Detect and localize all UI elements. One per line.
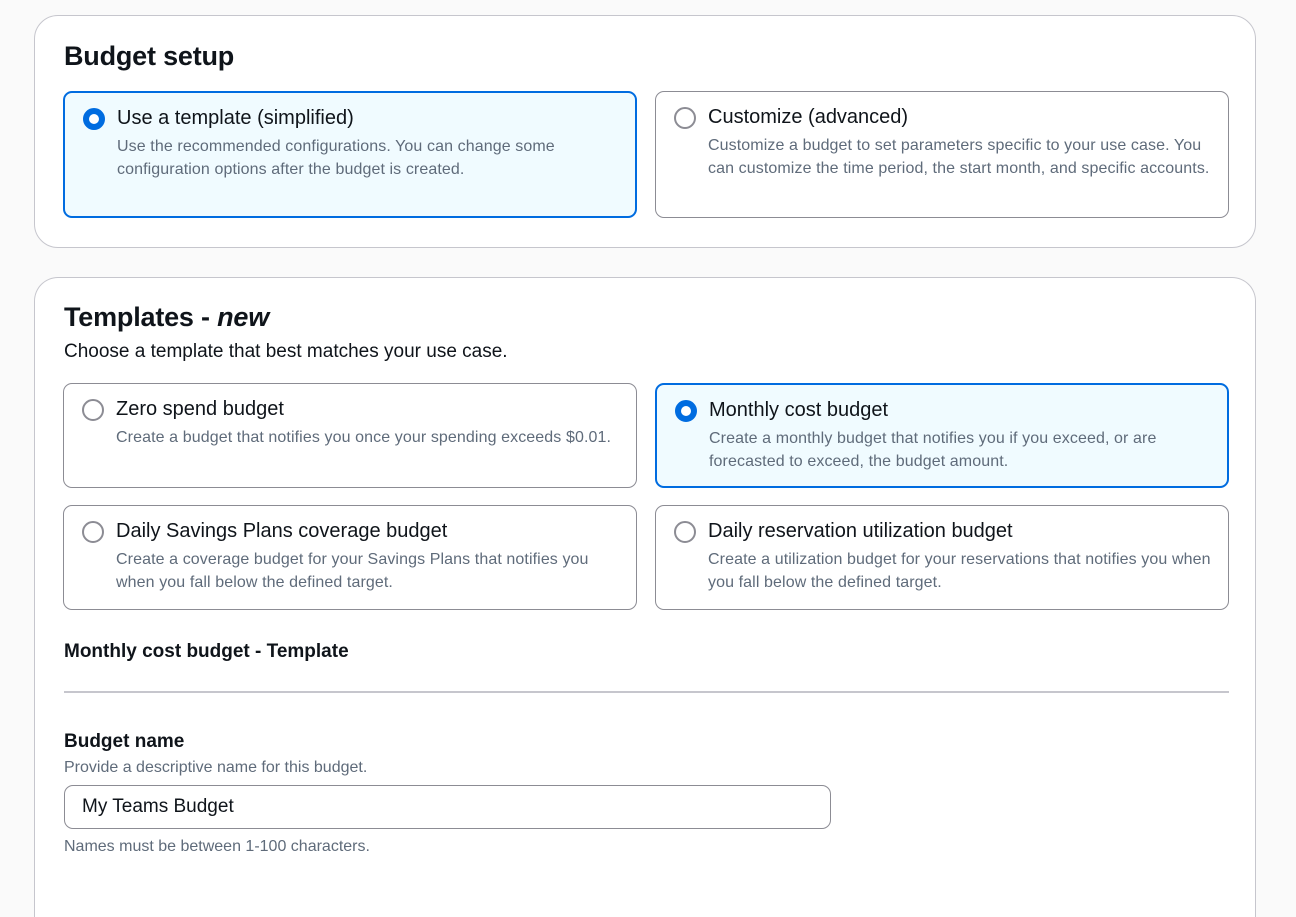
budget-name-description: Provide a descriptive name for this budg… <box>64 759 368 776</box>
option-use-template[interactable]: Use a template (simplified) Use the reco… <box>63 91 637 218</box>
template-description: Create a monthly budget that notifies yo… <box>709 430 1157 470</box>
budget-setup-title: Budget setup <box>64 41 235 71</box>
budget-name-input[interactable] <box>64 785 831 829</box>
template-label: Zero spend budget <box>116 398 284 420</box>
template-description: Create a coverage budget for your Saving… <box>116 551 589 591</box>
budget-setup-panel: Budget setup Use a template (simplified)… <box>34 15 1256 248</box>
templates-description: Choose a template that best matches your… <box>64 341 508 362</box>
radio-selected-icon[interactable] <box>83 108 105 130</box>
radio-unselected-icon[interactable] <box>674 521 696 543</box>
option-description: Customize a budget to set parameters spe… <box>708 137 1210 177</box>
templates-title: Templates - new <box>64 302 269 333</box>
option-description: Use the recommended configurations. You … <box>117 138 555 178</box>
option-label: Use a template (simplified) <box>117 107 354 129</box>
template-label: Daily reservation utilization budget <box>708 520 1013 542</box>
option-label: Customize (advanced) <box>708 106 909 128</box>
templates-panel: Templates - new Choose a template that b… <box>34 277 1256 917</box>
radio-unselected-icon[interactable] <box>82 399 104 421</box>
radio-selected-icon[interactable] <box>675 400 697 422</box>
template-description: Create a utilization budget for your res… <box>708 551 1211 591</box>
radio-unselected-icon[interactable] <box>674 107 696 129</box>
section-divider <box>64 691 1229 693</box>
template-zero-spend[interactable]: Zero spend budget Create a budget that n… <box>63 383 637 488</box>
budget-name-constraint: Names must be between 1-100 characters. <box>64 838 370 855</box>
radio-unselected-icon[interactable] <box>82 521 104 543</box>
template-label: Monthly cost budget <box>709 399 888 421</box>
template-section-heading: Monthly cost budget - Template <box>64 641 349 662</box>
template-label: Daily Savings Plans coverage budget <box>116 520 448 542</box>
template-monthly-cost[interactable]: Monthly cost budget Create a monthly bud… <box>655 383 1229 488</box>
budget-name-label: Budget name <box>64 731 185 752</box>
templates-title-new: new <box>217 302 270 332</box>
templates-title-text: Templates - <box>64 302 218 332</box>
template-savings-plans-coverage[interactable]: Daily Savings Plans coverage budget Crea… <box>63 505 637 610</box>
template-reservation-utilization[interactable]: Daily reservation utilization budget Cre… <box>655 505 1229 610</box>
template-description: Create a budget that notifies you once y… <box>116 429 612 446</box>
option-customize[interactable]: Customize (advanced) Customize a budget … <box>655 91 1229 218</box>
